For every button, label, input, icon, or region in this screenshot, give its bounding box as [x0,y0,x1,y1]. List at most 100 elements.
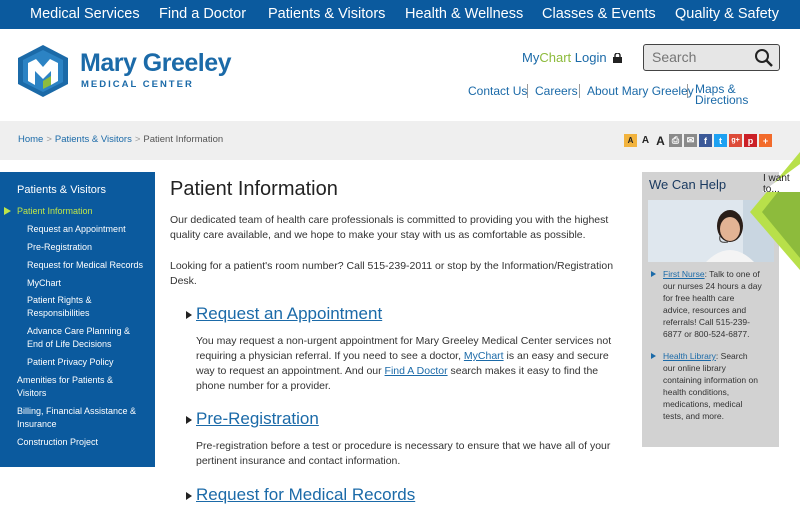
sidebar-item-label: Advance Care Planning & [27,326,131,336]
sidebar-item-medical-records[interactable]: Request for Medical Records [27,259,143,271]
search-box [643,44,780,71]
i-want-to-label: I want to... [763,173,790,195]
pre-registration-heading-link[interactable]: Pre-Registration [196,409,319,429]
paragraph-line: You may request a non-urgent appointment… [196,335,612,347]
nav-medical-services[interactable]: Medical Services [30,6,140,22]
text-size-medium-button[interactable]: A [639,134,652,147]
facebook-icon[interactable]: f [699,134,712,147]
page-title: Patient Information [170,178,338,200]
text-size-large-button[interactable]: A [654,134,667,148]
paragraph-line: way to request an appointment. And our [196,365,385,377]
pre-registration-paragraph: Pre-registration before a test or proced… [196,439,610,469]
nav-health-wellness[interactable]: Health & Wellness [405,6,523,22]
maps-directions-link[interactable]: Maps & Directions [695,83,749,107]
room-line: Looking for a patient's room number? Cal… [170,260,614,272]
sidebar-item-construction[interactable]: Construction Project [17,436,98,448]
help-line: containing information on [663,375,758,385]
lock-icon [613,53,623,63]
divider [527,84,528,98]
search-icon[interactable] [754,48,774,68]
page-tools: A A A ⎙ ✉ f t g+ p + [624,134,772,148]
bullet-arrow-icon [651,271,656,277]
paragraph-line: requiring a physician referral. If you n… [196,350,464,362]
active-arrow-icon [4,207,11,215]
divider [579,84,580,98]
mychart-login-link[interactable]: MyChart Login [522,50,623,65]
share-plus-icon[interactable]: + [759,134,772,147]
sidebar-item-label: End of Life Decisions [27,339,112,349]
sidebar-item-patient-information[interactable]: Patient Information [17,205,93,217]
divider [687,84,688,98]
help-line: advice, resources and [663,305,747,315]
paragraph-line: is an easy and secure [503,350,609,362]
intro-line: quality care available, and we hope to m… [170,229,586,241]
sidebar-item-label: Billing, Financial Assistance & [17,406,137,416]
health-library-text: Health Library: Search our online librar… [663,350,775,422]
about-link[interactable]: About Mary Greeley [587,84,694,98]
sidebar-item-label: Patient Rights & [27,295,92,305]
mychart-inline-link[interactable]: MyChart [464,350,504,362]
bullet-arrow-icon [651,353,656,359]
section-arrow-icon [186,311,192,319]
mychart-my: My [522,50,540,65]
section-arrow-icon [186,492,192,500]
google-plus-icon[interactable]: g+ [729,134,742,147]
help-line: our nurses 24 hours a day [663,281,762,291]
paragraph-line: search makes it easy to find the [447,365,599,377]
sidebar-item-pre-registration[interactable]: Pre-Registration [27,241,92,253]
sidebar-item-label: Insurance [17,419,57,429]
logo-icon[interactable] [18,45,68,97]
breadcrumb-current: Patient Information [143,134,224,145]
help-line: for free health care [663,293,735,303]
help-line: : Search [715,351,748,361]
mychart-login: Login [571,50,607,65]
contact-us-link[interactable]: Contact Us [468,84,527,98]
help-line: health conditions, [663,387,730,397]
nav-classes-events[interactable]: Classes & Events [542,6,656,22]
intro-line: Our dedicated team of health care profes… [170,214,609,226]
health-library-link[interactable]: Health Library [663,351,716,361]
pinterest-icon[interactable]: p [744,134,757,147]
email-icon[interactable]: ✉ [684,134,697,147]
directions-line: Directions [695,93,749,107]
sidebar-item-label: Visitors [17,388,47,398]
nav-quality-safety[interactable]: Quality & Safety [675,6,779,22]
section-arrow-icon [186,416,192,424]
help-line: referrals! Call 515-239- [663,317,750,327]
search-input[interactable] [644,45,754,69]
sidebar-title[interactable]: Patients & Visitors [17,184,106,196]
sidebar-item-label: Amenities for Patients & [17,375,114,385]
brand-name[interactable]: Mary Greeley [80,49,232,78]
medical-records-heading-link[interactable]: Request for Medical Records [196,485,415,505]
paragraph-line: pertinent insurance and contact informat… [196,455,401,467]
nav-find-a-doctor[interactable]: Find a Doctor [159,6,246,22]
i-want-to-tab[interactable] [750,152,800,270]
first-nurse-text: First Nurse: Talk to one of our nurses 2… [663,268,775,340]
text-size-small-button[interactable]: A [624,134,637,147]
request-appointment-heading-link[interactable]: Request an Appointment [196,304,382,324]
help-line: medications, medical [663,399,743,409]
sidebar-item-request-appointment[interactable]: Request an Appointment [27,223,126,235]
help-line: : Talk to one of [704,269,760,279]
sidebar-item-privacy-policy[interactable]: Patient Privacy Policy [27,356,114,368]
help-line: tests, and more. [663,411,724,421]
help-title: We Can Help [649,177,727,192]
request-appointment-paragraph: You may request a non-urgent appointment… [196,334,611,394]
first-nurse-link[interactable]: First Nurse [663,269,705,279]
breadcrumb-patients[interactable]: Patients & Visitors [55,134,132,145]
twitter-icon[interactable]: t [714,134,727,147]
find-a-doctor-inline-link[interactable]: Find A Doctor [385,365,448,377]
top-navigation: Medical Services Find a Doctor Patients … [0,0,800,29]
room-number-paragraph: Looking for a patient's room number? Cal… [170,259,613,289]
breadcrumb-separator: > [46,134,52,145]
breadcrumb-home[interactable]: Home [18,134,43,145]
mychart-chart: Chart [539,50,572,65]
breadcrumb: Home > Patients & Visitors > Patient Informa… [18,134,223,145]
careers-link[interactable]: Careers [535,84,578,98]
sidebar-item-mychart[interactable]: MyChart [27,277,61,289]
nav-patients-visitors[interactable]: Patients & Visitors [268,6,385,22]
want-line: to... [763,184,780,195]
breadcrumb-separator: > [134,134,141,145]
print-icon[interactable]: ⎙ [669,134,682,147]
paragraph-line: Pre-registration before a test or proced… [196,440,611,452]
